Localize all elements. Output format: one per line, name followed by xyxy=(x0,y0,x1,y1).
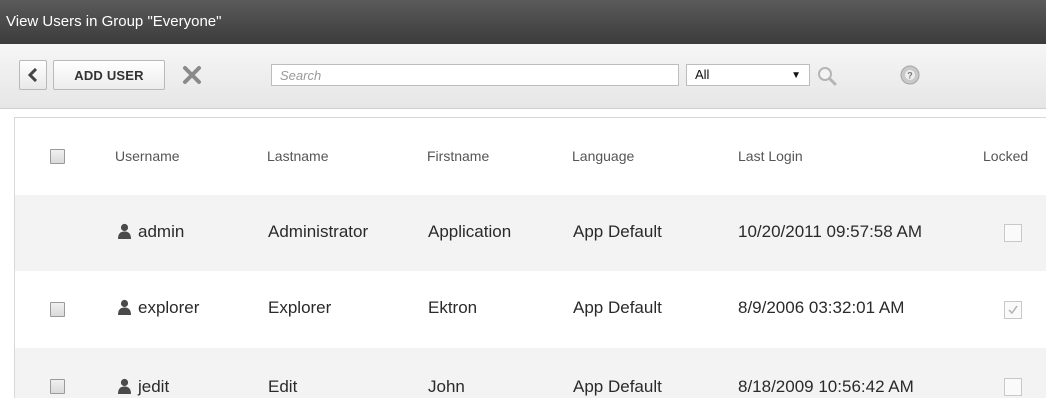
language-cell: App Default xyxy=(573,222,662,241)
lastname-cell: Edit xyxy=(268,377,298,396)
username-cell[interactable]: admin xyxy=(117,222,184,242)
svg-text:?: ? xyxy=(907,71,913,81)
delete-button[interactable] xyxy=(180,62,204,88)
language-cell: App Default xyxy=(573,298,662,317)
filter-select[interactable]: All ▼ xyxy=(686,64,810,86)
toolbar: ADD USER All ▼ ? xyxy=(0,44,1046,109)
firstname-cell: John xyxy=(428,377,465,396)
row-select-checkbox[interactable] xyxy=(50,302,65,317)
locked-checkbox xyxy=(1004,378,1022,396)
back-button[interactable] xyxy=(19,60,47,90)
add-user-button[interactable]: ADD USER xyxy=(53,60,165,90)
x-icon xyxy=(183,66,201,84)
column-header-last-login[interactable]: Last Login xyxy=(738,148,803,164)
checkmark-icon xyxy=(1008,305,1018,315)
window-title: View Users in Group "Everyone" xyxy=(0,0,1046,44)
last-login-cell: 10/20/2011 09:57:58 AM xyxy=(738,222,923,241)
table-row[interactable]: explorer Explorer Ektron App Default 8/9… xyxy=(15,271,1046,348)
filter-selected-value: All xyxy=(695,67,710,82)
column-header-locked[interactable]: Locked xyxy=(983,148,1028,164)
firstname-cell: Ektron xyxy=(428,298,478,317)
column-header-username[interactable]: Username xyxy=(115,148,180,164)
column-header-language[interactable]: Language xyxy=(572,148,634,164)
username-text: admin xyxy=(138,222,185,241)
search-input[interactable] xyxy=(271,64,679,86)
column-header-firstname[interactable]: Firstname xyxy=(427,148,489,164)
table-row[interactable]: jedit Edit John App Default 8/18/2009 10… xyxy=(15,348,1046,398)
username-cell[interactable]: jedit xyxy=(117,377,169,397)
last-login-cell: 8/9/2006 03:32:01 AM xyxy=(738,298,905,317)
user-icon xyxy=(118,299,131,315)
row-select-checkbox[interactable] xyxy=(50,379,65,394)
table-row[interactable]: admin Administrator Application App Defa… xyxy=(15,195,1046,271)
username-text: jedit xyxy=(138,377,170,396)
magnifier-icon[interactable] xyxy=(815,64,839,88)
chevron-down-icon: ▼ xyxy=(791,70,801,81)
language-cell: App Default xyxy=(573,377,662,396)
user-icon xyxy=(118,223,131,239)
firstname-cell: Application xyxy=(428,222,512,241)
username-text: explorer xyxy=(138,298,200,317)
user-icon xyxy=(118,378,131,394)
help-icon[interactable]: ? xyxy=(899,64,921,86)
username-cell[interactable]: explorer xyxy=(117,298,199,318)
locked-checkbox xyxy=(1004,301,1022,319)
chevron-left-icon xyxy=(27,68,38,82)
lastname-cell: Administrator xyxy=(268,222,369,241)
select-all-checkbox[interactable] xyxy=(50,149,65,164)
locked-checkbox xyxy=(1004,224,1022,242)
lastname-cell: Explorer xyxy=(268,298,332,317)
table-header-row: Username Lastname Firstname Language Las… xyxy=(15,118,1046,195)
column-header-lastname[interactable]: Lastname xyxy=(267,148,328,164)
last-login-cell: 8/18/2009 10:56:42 AM xyxy=(738,377,914,396)
